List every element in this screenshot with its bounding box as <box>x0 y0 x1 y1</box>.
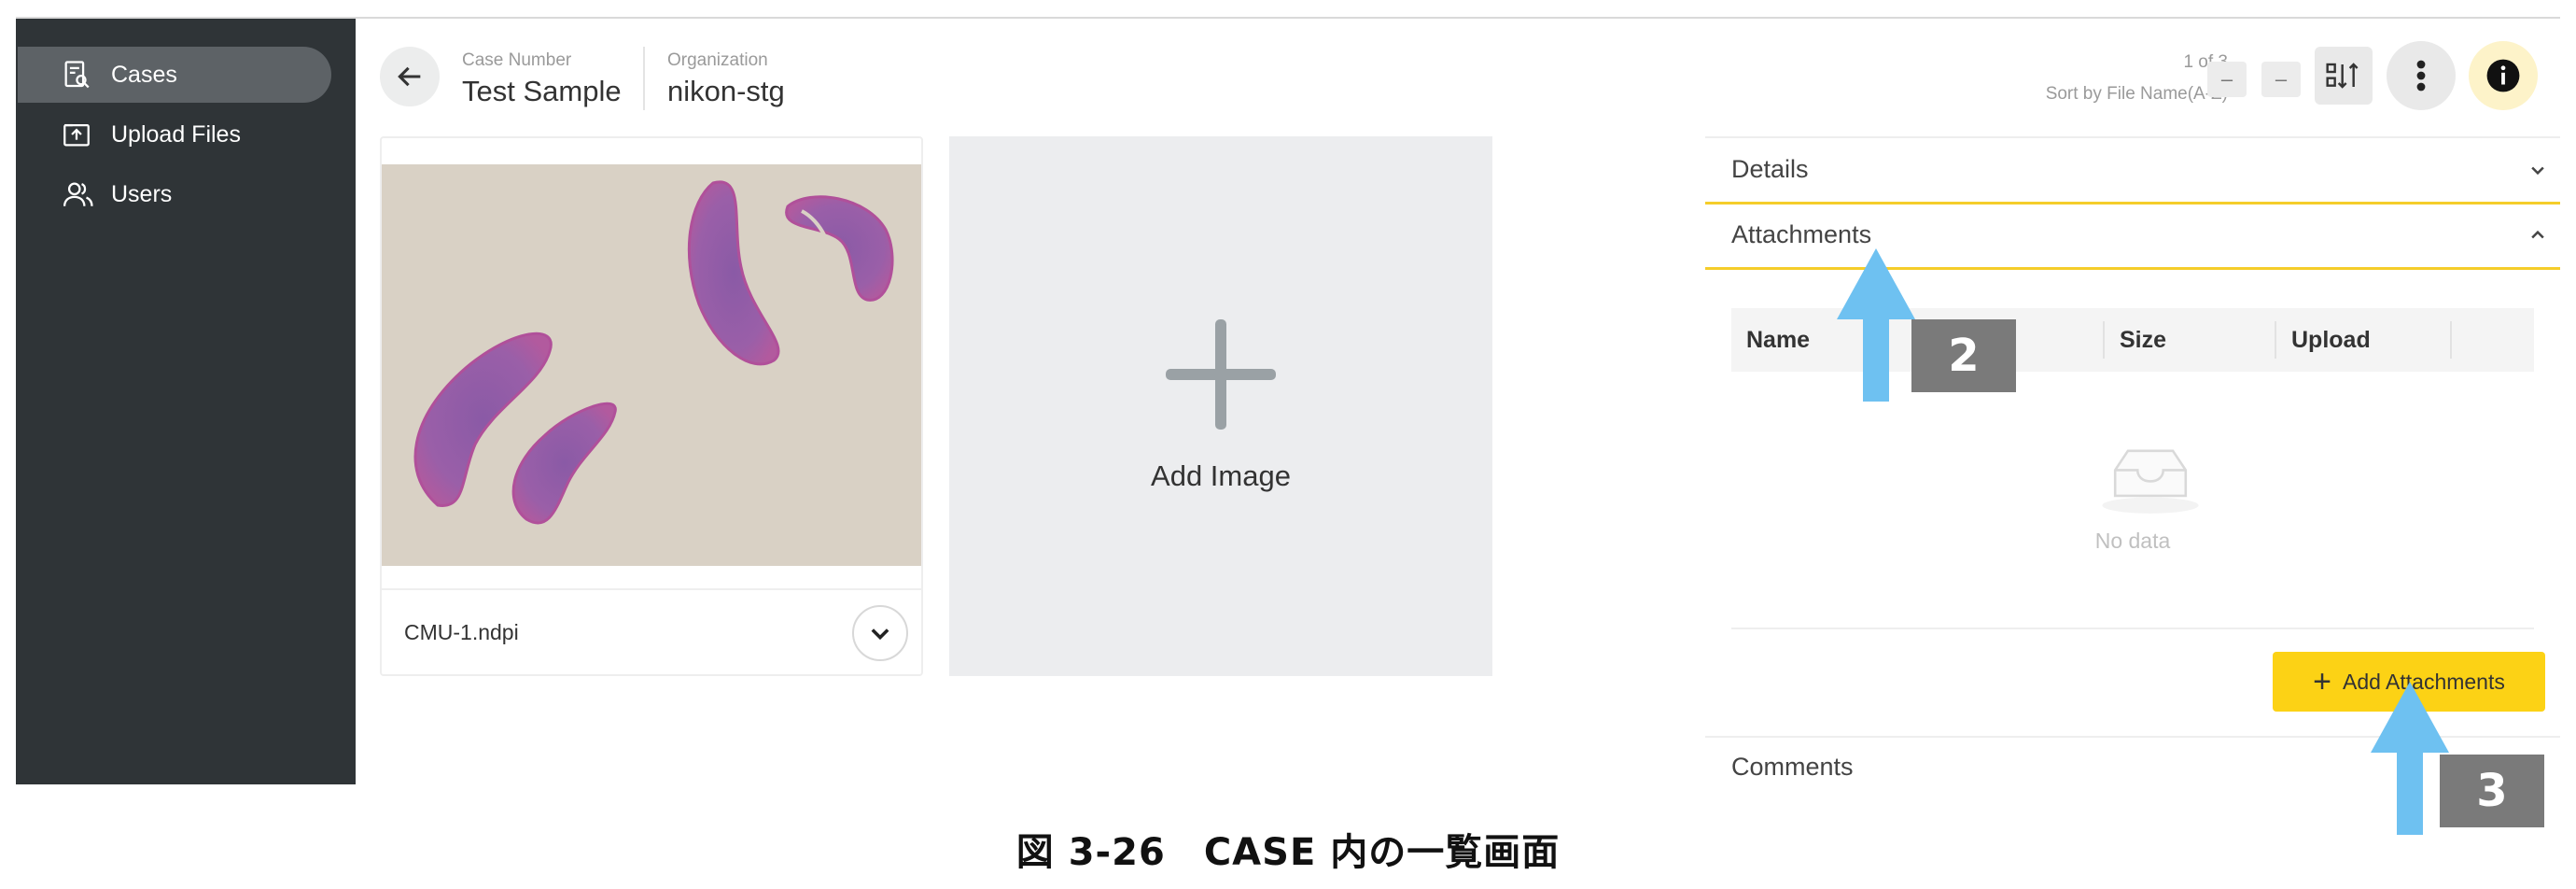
app-window: Cases Upload Files Users Case Number Tes… <box>16 17 2560 784</box>
sort-label: Sort by File Name(A-Z) <box>2045 84 2228 104</box>
minus-icon: – <box>2275 67 2288 91</box>
details-label: Details <box>1731 155 1809 183</box>
column-size[interactable]: Size <box>2120 327 2166 354</box>
info-icon <box>2486 59 2520 92</box>
sort-button[interactable] <box>2315 47 2373 105</box>
image-card[interactable]: CMU-1.ndpi <box>380 136 923 676</box>
sidebar-item-upload-files[interactable]: Upload Files <box>18 106 331 162</box>
sort-icon <box>2326 63 2359 89</box>
sidebar: Cases Upload Files Users <box>16 19 356 784</box>
empty-inbox-icon <box>2102 449 2199 514</box>
users-icon <box>63 182 93 206</box>
column-separator <box>2275 321 2276 359</box>
organization-caption: Organization <box>667 50 768 70</box>
chevron-down-icon <box>871 628 889 641</box>
info-button[interactable] <box>2469 41 2538 110</box>
attachments-section-header[interactable]: Attachments <box>1705 204 2560 267</box>
case-number-value: Test Sample <box>462 75 622 107</box>
sidebar-item-label: Upload Files <box>111 120 241 148</box>
annotation-arrow-3 <box>2371 682 2449 835</box>
sidebar-item-label: Users <box>111 180 173 207</box>
sidebar-item-cases[interactable]: Cases <box>18 47 331 103</box>
arrow-left-icon <box>398 66 421 87</box>
column-upload[interactable]: Upload <box>2291 327 2371 354</box>
column-separator <box>2450 321 2452 359</box>
tissue-slide-image <box>382 164 921 566</box>
more-vertical-icon <box>2416 60 2426 92</box>
column-separator <box>2103 321 2105 359</box>
figure-caption: 図 3-26 CASE 内の一覧画面 <box>1015 831 1561 874</box>
attachments-bottom-border <box>1705 267 2560 270</box>
table-divider <box>1731 628 2534 629</box>
callout-2: 2 <box>1911 319 2016 392</box>
attachments-label: Attachments <box>1731 220 1872 248</box>
comments-label: Comments <box>1731 753 1854 781</box>
chevron-up-icon <box>2531 230 2544 239</box>
next-button[interactable]: – <box>2261 62 2301 97</box>
more-options-button[interactable] <box>2387 41 2456 110</box>
file-name: CMU-1.ndpi <box>404 620 519 644</box>
sidebar-item-users[interactable]: Users <box>18 166 331 222</box>
column-name[interactable]: Name <box>1746 327 1810 354</box>
no-data-text: No data <box>2094 529 2171 553</box>
back-button[interactable] <box>380 47 440 106</box>
add-image-label: Add Image <box>1151 459 1291 492</box>
header-divider <box>643 47 645 110</box>
plus-icon: + <box>2313 664 2331 699</box>
annotation-arrow-2 <box>1837 248 1915 402</box>
expand-button[interactable] <box>852 605 908 661</box>
sidebar-item-label: Cases <box>111 61 177 88</box>
callout-3: 3 <box>2440 755 2544 827</box>
file-count: 1 of 3 <box>2183 52 2228 72</box>
details-section-header[interactable]: Details <box>1705 136 2560 202</box>
add-image-tile[interactable]: Add Image <box>949 136 1492 676</box>
minus-icon: – <box>2220 67 2233 91</box>
prev-button[interactable]: – <box>2207 62 2247 97</box>
slide-thumbnail[interactable] <box>382 164 921 566</box>
case-search-icon <box>64 61 90 89</box>
chevron-down-icon <box>2531 166 2544 176</box>
organization-value: nikon-stg <box>667 75 785 107</box>
plus-icon <box>1166 319 1276 430</box>
case-number-caption: Case Number <box>462 50 572 70</box>
card-divider <box>382 588 921 590</box>
upload-icon <box>63 123 90 147</box>
